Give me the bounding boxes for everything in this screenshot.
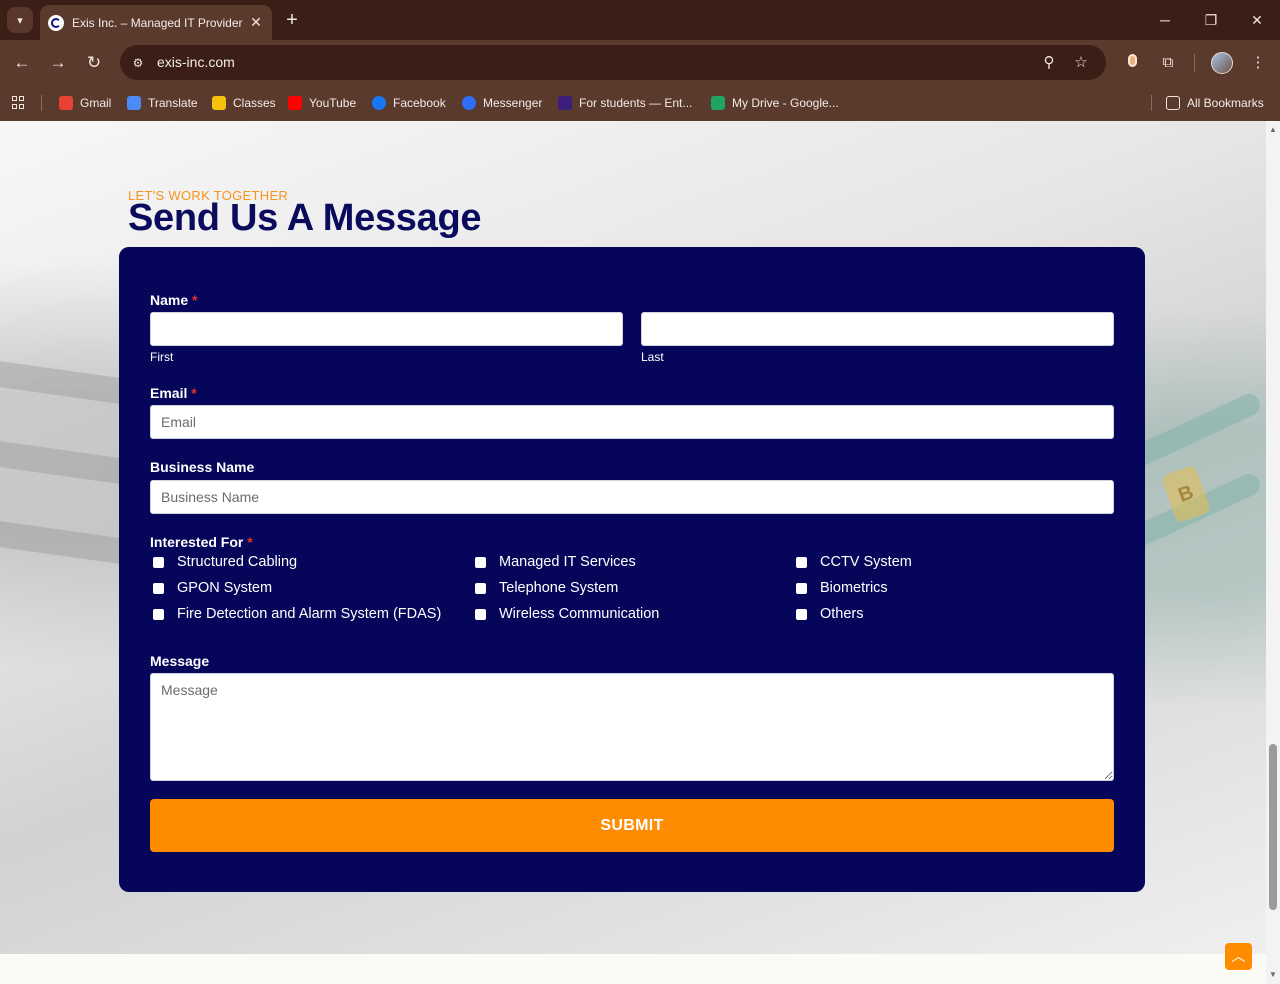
- tab-close-icon[interactable]: ✕: [248, 14, 264, 31]
- all-bookmarks[interactable]: All Bookmarks: [1166, 93, 1264, 113]
- required-mark: *: [192, 292, 198, 308]
- close-window-icon[interactable]: ✕: [1245, 8, 1269, 32]
- required-mark: *: [191, 385, 197, 401]
- footer-strip: [0, 954, 1266, 984]
- gmail-icon: [59, 96, 73, 110]
- bookmarks-bar: Gmail Translate Classes YouTube Facebook…: [0, 85, 1280, 121]
- first-name-input[interactable]: [150, 312, 623, 346]
- business-name-label: Business Name: [150, 459, 255, 475]
- option-telephone-system[interactable]: Telephone System: [475, 580, 618, 596]
- page-scrollbar[interactable]: ▲ ▼: [1266, 121, 1280, 984]
- bookmark-label: Messenger: [483, 96, 543, 110]
- bookmark-for-students[interactable]: For students — Ent...: [558, 93, 692, 113]
- browser-menu-icon[interactable]: ⋮: [1246, 51, 1270, 75]
- message-textarea[interactable]: [150, 673, 1114, 781]
- checkbox[interactable]: [153, 608, 164, 620]
- folder-icon: [1166, 96, 1180, 110]
- checkbox[interactable]: [796, 556, 807, 568]
- bookmark-messenger[interactable]: Messenger: [462, 93, 542, 113]
- address-bar[interactable]: ⚙ exis-inc.com ⚲ ☆: [120, 45, 1106, 80]
- site-favicon-icon: [48, 14, 64, 31]
- classes-icon: [212, 96, 226, 110]
- contact-form: Name * First Last Email * Business Name …: [119, 247, 1145, 892]
- last-sublabel: Last: [641, 350, 664, 364]
- drive-icon: [711, 96, 725, 110]
- bookmark-label: Facebook: [393, 96, 446, 110]
- youtube-icon: [288, 96, 302, 110]
- translate-icon: [127, 96, 141, 110]
- required-mark: *: [247, 534, 253, 550]
- bookmark-translate[interactable]: Translate: [127, 93, 198, 113]
- facebook-icon: [372, 96, 386, 110]
- bookmark-label: For students — Ent...: [579, 96, 693, 110]
- name-label: Name *: [150, 292, 198, 308]
- minimize-icon[interactable]: ─: [1153, 8, 1177, 32]
- bookmark-facebook[interactable]: Facebook: [372, 93, 446, 113]
- page-viewport: B LET'S WORK TOGETHER Send Us A Message …: [0, 121, 1266, 984]
- bookmark-youtube[interactable]: YouTube: [288, 93, 356, 113]
- url-text[interactable]: exis-inc.com: [157, 54, 235, 70]
- extensions-puzzle-icon[interactable]: ⧉: [1156, 51, 1180, 75]
- all-bookmarks-label: All Bookmarks: [1187, 96, 1264, 110]
- messenger-icon: [462, 96, 476, 110]
- site-info-icon[interactable]: ⚙: [128, 53, 148, 73]
- email-label: Email *: [150, 385, 197, 401]
- option-wireless-communication[interactable]: Wireless Communication: [475, 606, 659, 622]
- reload-icon[interactable]: ↻: [81, 50, 107, 76]
- browser-toolbar: ← → ↻ ⚙ exis-inc.com ⚲ ☆ ⧉ ⋮: [0, 40, 1280, 85]
- bookmark-star-icon[interactable]: ☆: [1070, 52, 1092, 74]
- tab-strip: ▾ Exis Inc. – Managed IT Provider ✕ + ─ …: [0, 0, 1280, 40]
- checkbox[interactable]: [475, 608, 486, 620]
- option-managed-it-services[interactable]: Managed IT Services: [475, 554, 636, 570]
- interested-for-label: Interested For *: [150, 534, 253, 550]
- first-sublabel: First: [150, 350, 174, 364]
- tab-search-button[interactable]: ▾: [7, 7, 33, 33]
- bookmark-gmail[interactable]: Gmail: [59, 93, 111, 113]
- extension-icon[interactable]: [1120, 51, 1144, 75]
- option-structured-cabling[interactable]: Structured Cabling: [153, 554, 297, 570]
- bookmark-label: My Drive - Google...: [732, 96, 839, 110]
- zoom-icon[interactable]: ⚲: [1038, 52, 1060, 74]
- option-biometrics[interactable]: Biometrics: [796, 580, 888, 596]
- bookmark-label: Classes: [233, 96, 276, 110]
- back-icon[interactable]: ←: [9, 50, 35, 76]
- bookmark-label: Gmail: [80, 96, 112, 110]
- profile-avatar[interactable]: [1211, 52, 1233, 74]
- scroll-down-arrow-icon[interactable]: ▼: [1266, 968, 1280, 982]
- apps-icon[interactable]: [12, 93, 26, 113]
- new-tab-button[interactable]: +: [280, 8, 304, 32]
- scroll-to-top-button[interactable]: ︿: [1225, 943, 1252, 970]
- checkbox[interactable]: [153, 582, 164, 594]
- page-title: Send Us A Message: [128, 197, 482, 239]
- option-cctv-system[interactable]: CCTV System: [796, 554, 912, 570]
- submit-button[interactable]: SUBMIT: [150, 799, 1114, 852]
- bookmark-label: YouTube: [309, 96, 357, 110]
- scrollbar-thumb[interactable]: [1269, 744, 1277, 910]
- checkbox[interactable]: [153, 556, 164, 568]
- checkbox[interactable]: [475, 556, 486, 568]
- last-name-input[interactable]: [641, 312, 1114, 346]
- forward-icon[interactable]: →: [45, 50, 71, 76]
- tab-title: Exis Inc. – Managed IT Provider: [72, 15, 243, 30]
- option-fdas[interactable]: Fire Detection and Alarm System (FDAS): [153, 606, 441, 622]
- active-tab[interactable]: Exis Inc. – Managed IT Provider ✕: [40, 5, 272, 40]
- restore-icon[interactable]: ❐: [1199, 8, 1223, 32]
- checkbox[interactable]: [475, 582, 486, 594]
- quizlet-icon: [558, 96, 572, 110]
- bookmark-classes[interactable]: Classes: [212, 93, 276, 113]
- business-name-field[interactable]: [150, 480, 1114, 514]
- message-label: Message: [150, 653, 210, 669]
- email-field[interactable]: [150, 405, 1114, 439]
- option-gpon-system[interactable]: GPON System: [153, 580, 272, 596]
- option-others[interactable]: Others: [796, 606, 864, 622]
- bookmark-label: Translate: [148, 96, 198, 110]
- scroll-up-arrow-icon[interactable]: ▲: [1266, 123, 1280, 137]
- checkbox[interactable]: [796, 582, 807, 594]
- checkbox[interactable]: [796, 608, 807, 620]
- bookmark-my-drive[interactable]: My Drive - Google...: [711, 93, 839, 113]
